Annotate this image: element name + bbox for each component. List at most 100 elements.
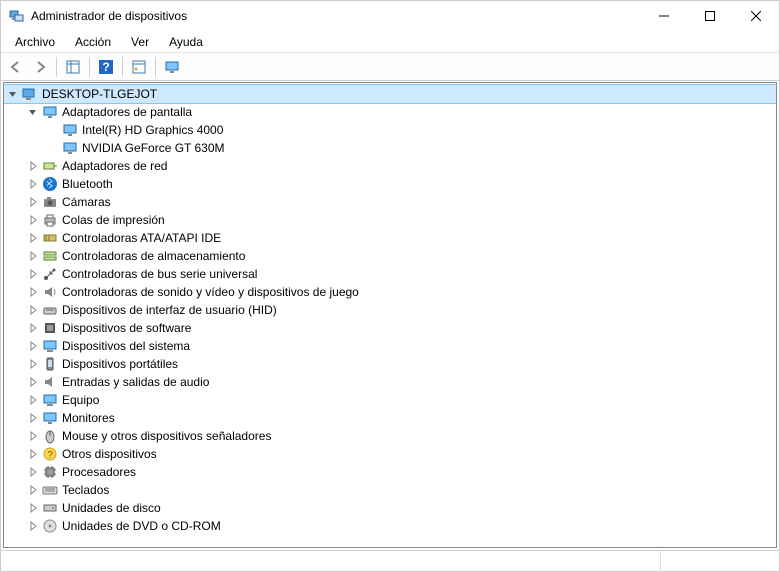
tree-root[interactable]: DESKTOP-TLGEJOT xyxy=(4,85,776,103)
expand-toggle-closed-icon[interactable] xyxy=(26,321,40,335)
tree-category-dvd-cdrom[interactable]: Unidades de DVD o CD-ROM xyxy=(4,517,776,535)
software-device-icon xyxy=(42,320,58,336)
toolbar-separator xyxy=(89,57,90,77)
tree-category-bluetooth[interactable]: Bluetooth xyxy=(4,175,776,193)
tree-category-processors[interactable]: Procesadores xyxy=(4,463,776,481)
tree-label: Colas de impresión xyxy=(62,213,165,227)
monitor-icon-button[interactable] xyxy=(161,56,183,78)
tree-device-nvidia[interactable]: NVIDIA GeForce GT 630M xyxy=(4,139,776,157)
back-button[interactable] xyxy=(5,56,27,78)
tree-label: Mouse y otros dispositivos señaladores xyxy=(62,429,271,443)
expand-toggle-closed-icon[interactable] xyxy=(26,213,40,227)
portable-device-icon xyxy=(42,356,58,372)
tree-category-keyboards[interactable]: Teclados xyxy=(4,481,776,499)
expand-toggle-closed-icon[interactable] xyxy=(26,393,40,407)
tree-category-network-adapters[interactable]: Adaptadores de red xyxy=(4,157,776,175)
help-button[interactable]: ? xyxy=(95,56,117,78)
display-adapter-icon xyxy=(62,122,78,138)
system-device-icon xyxy=(42,338,58,354)
tree-label: Otros dispositivos xyxy=(62,447,157,461)
disk-drive-icon xyxy=(42,500,58,516)
show-hide-console-tree-button[interactable] xyxy=(62,56,84,78)
minimize-button[interactable] xyxy=(641,1,687,31)
expand-toggle-closed-icon[interactable] xyxy=(26,159,40,173)
menubar: Archivo Acción Ver Ayuda xyxy=(1,31,779,53)
tree-label: Unidades de DVD o CD-ROM xyxy=(62,519,221,533)
forward-button[interactable] xyxy=(29,56,51,78)
expand-toggle-closed-icon[interactable] xyxy=(26,357,40,371)
menu-view[interactable]: Ver xyxy=(121,33,159,51)
status-cell xyxy=(0,551,660,572)
tree-category-cameras[interactable]: Cámaras xyxy=(4,193,776,211)
status-cell xyxy=(660,551,780,572)
tree-category-other-devices[interactable]: ? Otros dispositivos xyxy=(4,445,776,463)
expand-toggle-closed-icon[interactable] xyxy=(26,519,40,533)
device-tree[interactable]: DESKTOP-TLGEJOT Adaptadores de pantalla … xyxy=(3,82,777,548)
expand-toggle-open-icon[interactable] xyxy=(26,105,40,119)
expand-toggle-open-icon[interactable] xyxy=(6,87,20,101)
maximize-button[interactable] xyxy=(687,1,733,31)
tree-category-hid[interactable]: Dispositivos de interfaz de usuario (HID… xyxy=(4,301,776,319)
display-adapter-icon xyxy=(42,104,58,120)
scan-hardware-button[interactable] xyxy=(128,56,150,78)
expand-toggle-closed-icon[interactable] xyxy=(26,195,40,209)
tree-category-usb-controllers[interactable]: Controladoras de bus serie universal xyxy=(4,265,776,283)
tree-category-storage-controllers[interactable]: Controladoras de almacenamiento xyxy=(4,247,776,265)
tree-category-software-devices[interactable]: Dispositivos de software xyxy=(4,319,776,337)
processor-icon xyxy=(42,464,58,480)
tree-root-label: DESKTOP-TLGEJOT xyxy=(42,87,157,101)
mouse-icon xyxy=(42,428,58,444)
tree-category-system-devices[interactable]: Dispositivos del sistema xyxy=(4,337,776,355)
tree-category-print-queues[interactable]: Colas de impresión xyxy=(4,211,776,229)
tree-category-portable-devices[interactable]: Dispositivos portátiles xyxy=(4,355,776,373)
tree-label: Controladoras de sonido y vídeo y dispos… xyxy=(62,285,359,299)
expand-toggle-closed-icon[interactable] xyxy=(26,177,40,191)
tree-category-computer[interactable]: Equipo xyxy=(4,391,776,409)
expand-toggle-closed-icon[interactable] xyxy=(26,483,40,497)
close-button[interactable] xyxy=(733,1,779,31)
tree-label: Controladoras de bus serie universal xyxy=(62,267,257,281)
tree-label: Adaptadores de red xyxy=(62,159,167,173)
menu-action[interactable]: Acción xyxy=(65,33,121,51)
tree-label: Entradas y salidas de audio xyxy=(62,375,209,389)
camera-icon xyxy=(42,194,58,210)
tree-category-display-adapters[interactable]: Adaptadores de pantalla xyxy=(4,103,776,121)
menu-help[interactable]: Ayuda xyxy=(159,33,213,51)
tree-category-disk-drives[interactable]: Unidades de disco xyxy=(4,499,776,517)
expand-toggle-closed-icon[interactable] xyxy=(26,303,40,317)
svg-text:?: ? xyxy=(102,60,109,74)
tree-category-ata-controllers[interactable]: Controladoras ATA/ATAPI IDE xyxy=(4,229,776,247)
tree-device-intel-hd[interactable]: Intel(R) HD Graphics 4000 xyxy=(4,121,776,139)
tree-label: NVIDIA GeForce GT 630M xyxy=(82,141,225,155)
monitor-icon xyxy=(42,410,58,426)
network-adapter-icon xyxy=(42,158,58,174)
expand-toggle-closed-icon[interactable] xyxy=(26,447,40,461)
expand-toggle-closed-icon[interactable] xyxy=(26,249,40,263)
expand-toggle-closed-icon[interactable] xyxy=(26,339,40,353)
tree-label: Dispositivos de interfaz de usuario (HID… xyxy=(62,303,277,317)
optical-drive-icon xyxy=(42,518,58,534)
tree-category-audio-io[interactable]: Entradas y salidas de audio xyxy=(4,373,776,391)
expand-toggle-closed-icon[interactable] xyxy=(26,465,40,479)
expand-toggle-closed-icon[interactable] xyxy=(26,375,40,389)
tree-label: Dispositivos portátiles xyxy=(62,357,178,371)
toolbar-separator xyxy=(155,57,156,77)
storage-controller-icon xyxy=(42,248,58,264)
expand-toggle-closed-icon[interactable] xyxy=(26,267,40,281)
expand-toggle-closed-icon[interactable] xyxy=(26,411,40,425)
expand-toggle-closed-icon[interactable] xyxy=(26,285,40,299)
expand-toggle-closed-icon[interactable] xyxy=(26,501,40,515)
tree-label: Unidades de disco xyxy=(62,501,161,515)
expand-toggle-closed-icon[interactable] xyxy=(26,231,40,245)
display-adapter-icon xyxy=(62,140,78,156)
computer-icon xyxy=(42,392,58,408)
tree-category-sound-video-game[interactable]: Controladoras de sonido y vídeo y dispos… xyxy=(4,283,776,301)
expand-toggle-closed-icon[interactable] xyxy=(26,429,40,443)
toolbar-separator xyxy=(56,57,57,77)
tree-label: Equipo xyxy=(62,393,99,407)
menu-file[interactable]: Archivo xyxy=(5,33,65,51)
tree-label: Teclados xyxy=(62,483,109,497)
keyboard-icon xyxy=(42,482,58,498)
tree-category-monitors[interactable]: Monitores xyxy=(4,409,776,427)
tree-category-mice[interactable]: Mouse y otros dispositivos señaladores xyxy=(4,427,776,445)
